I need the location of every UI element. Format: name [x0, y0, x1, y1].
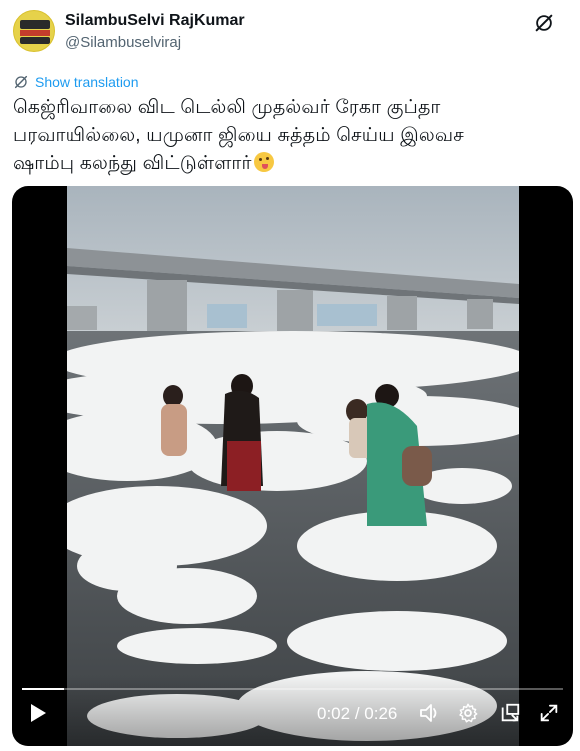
video-player[interactable]: 0:02 / 0:26 — [12, 186, 573, 746]
progress-fill — [22, 688, 64, 690]
settings-gear-icon[interactable] — [457, 702, 479, 724]
duration: 0:26 — [364, 704, 398, 723]
tweet-text-line: ஷாம்பு கலந்து விட்டுள்ளார் — [13, 150, 561, 178]
translate-icon — [14, 75, 28, 89]
author-handle[interactable]: @Silambuselviraj — [65, 34, 181, 51]
author-name[interactable]: SilambuSelvi RajKumar — [65, 12, 245, 30]
fullscreen-icon[interactable] — [538, 702, 560, 724]
video-controls: 0:02 / 0:26 — [12, 676, 573, 746]
picture-in-picture-icon[interactable] — [499, 702, 521, 724]
grok-icon[interactable] — [533, 12, 555, 34]
volume-icon[interactable] — [418, 702, 442, 724]
progress-bar[interactable] — [22, 688, 563, 690]
show-translation-link[interactable]: Show translation — [13, 72, 139, 92]
river-scene-image — [67, 186, 519, 746]
tweet-text-line: கெஜ்ரிவாலை விட டெல்லி முதல்வர் ரேகா குப்… — [13, 97, 441, 118]
time-separator: / — [354, 704, 360, 723]
show-translation-label[interactable]: Show translation — [35, 74, 139, 90]
tweet-text-line-content: ஷாம்பு கலந்து விட்டுள்ளார் — [13, 153, 252, 174]
video-time: 0:02 / 0:26 — [317, 704, 397, 724]
tweet-text: கெஜ்ரிவாலை விட டெல்லி முதல்வர் ரேகா குப்… — [13, 94, 561, 178]
winking-face-with-tongue-icon — [253, 152, 274, 172]
current-time: 0:02 — [317, 704, 351, 723]
tweet-header: SilambuSelvi RajKumar @Silambuselviraj — [13, 9, 567, 55]
avatar[interactable] — [13, 10, 55, 52]
play-icon[interactable] — [28, 702, 48, 724]
video-frame[interactable] — [67, 186, 519, 746]
tweet-text-line: பரவாயில்லை, யமுனா ஜியை சுத்தம் செய்ய இலவ… — [13, 125, 464, 146]
